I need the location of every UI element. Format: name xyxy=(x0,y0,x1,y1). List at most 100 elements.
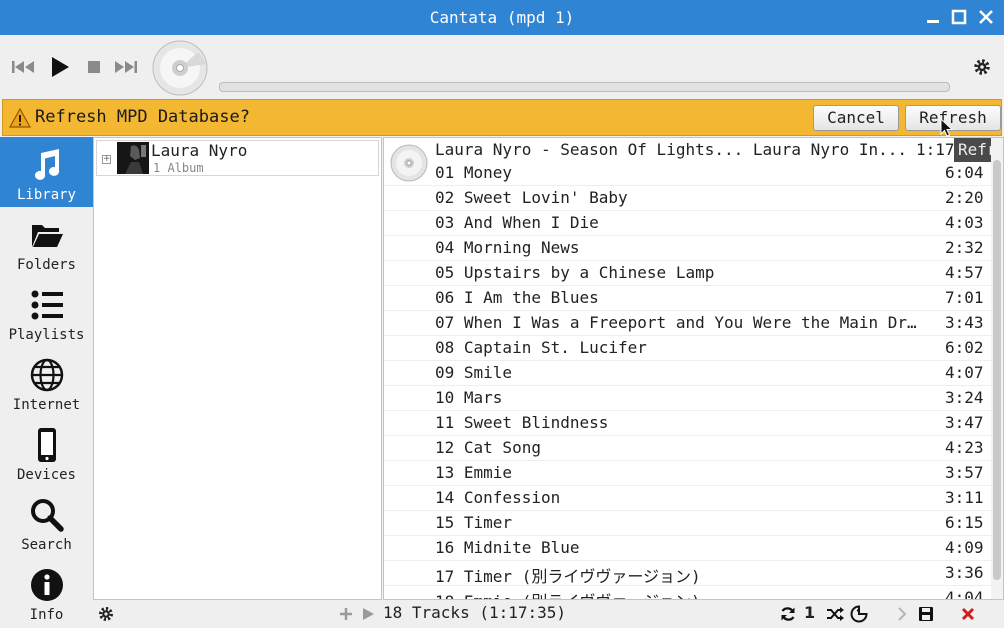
track-duration: 7:01 xyxy=(945,288,984,307)
track-title: 04 Morning News xyxy=(435,238,580,257)
folder-icon xyxy=(32,225,63,247)
track-duration: 3:24 xyxy=(945,388,984,407)
table-row[interactable]: 01 Money 6:04 xyxy=(384,161,991,186)
save-icon[interactable] xyxy=(917,605,935,623)
track-duration: 4:57 xyxy=(945,263,984,282)
album-header[interactable]: Laura Nyro - Season Of Lights... Laura N… xyxy=(384,138,1003,182)
next-track-icon[interactable] xyxy=(110,55,140,79)
globe-icon xyxy=(30,358,64,392)
close-icon[interactable] xyxy=(977,8,995,26)
track-title: 02 Sweet Lovin' Baby xyxy=(435,188,628,207)
track-duration: 2:32 xyxy=(945,238,984,257)
table-row[interactable]: 14 Confession 3:11 xyxy=(384,486,991,511)
tracks-container: 01 Money 6:04 02 Sweet Lovin' Baby 2:20 03 A… xyxy=(384,161,991,600)
minimize-icon[interactable] xyxy=(924,8,942,26)
info-icon xyxy=(31,569,63,601)
expand-icon[interactable]: + xyxy=(102,155,111,164)
track-list: Laura Nyro - Season Of Lights... Laura N… xyxy=(383,137,1004,600)
remove-icon[interactable] xyxy=(959,605,977,623)
track-title: 17 Timer (別ライヴヴァージョン) xyxy=(435,567,701,586)
table-row[interactable]: 09 Smile 4:07 xyxy=(384,361,991,386)
artist-name: Laura Nyro xyxy=(151,141,248,160)
sidebar-item-playlists[interactable]: Playlists xyxy=(0,277,93,347)
sidebar: Library Folders Playlists Internet Devic… xyxy=(0,137,93,628)
table-row[interactable]: 10 Mars 3:24 xyxy=(384,386,991,411)
table-row[interactable]: 06 I Am the Blues 7:01 xyxy=(384,286,991,311)
track-title: 05 Upstairs by a Chinese Lamp xyxy=(435,263,715,282)
player-toolbar xyxy=(0,35,1004,98)
table-row[interactable]: 04 Morning News 2:32 xyxy=(384,236,991,261)
shuffle-icon[interactable] xyxy=(826,605,844,623)
table-row[interactable]: 11 Sweet Blindness 3:47 xyxy=(384,411,991,436)
artist-album-count: 1 Album xyxy=(153,161,204,175)
track-title: 18 Emmie (別ライヴヴァージョン) xyxy=(435,588,935,599)
single-mode-toggle[interactable]: 1 xyxy=(804,603,822,622)
album-cover-icon[interactable] xyxy=(152,40,208,96)
sidebar-item-search[interactable]: Search xyxy=(0,487,93,557)
artist-thumbnail xyxy=(117,142,149,174)
track-title: 08 Captain St. Lucifer xyxy=(435,338,647,357)
table-row[interactable]: 02 Sweet Lovin' Baby 2:20 xyxy=(384,186,991,211)
consume-icon[interactable] xyxy=(850,605,868,623)
settings-gear-icon[interactable] xyxy=(972,57,992,77)
scrollbar[interactable] xyxy=(991,138,1003,599)
table-row[interactable]: 17 Timer (別ライヴヴァージョン) 3:36 xyxy=(384,561,991,586)
track-duration: 4:23 xyxy=(945,438,984,457)
track-title: 15 Timer xyxy=(435,513,513,532)
cancel-button[interactable]: Cancel xyxy=(813,105,899,131)
table-row[interactable]: 05 Upstairs by a Chinese Lamp 4:57 xyxy=(384,261,991,286)
refresh-database-prompt: Refresh MPD Database? Cancel Refresh xyxy=(2,99,1002,136)
track-duration: 3:43 xyxy=(945,313,984,332)
track-duration: 3:57 xyxy=(945,463,984,482)
track-duration: 4:04 xyxy=(945,588,984,600)
sidebar-item-label: Internet xyxy=(12,397,81,413)
title-bar: Cantata (mpd 1) xyxy=(0,0,1004,35)
sidebar-item-label: Info xyxy=(29,607,64,623)
sidebar-item-library[interactable]: Library xyxy=(0,137,93,207)
track-progress-slider[interactable] xyxy=(219,82,950,92)
previous-track-icon[interactable] xyxy=(9,55,39,79)
track-title: 06 I Am the Blues xyxy=(435,288,599,307)
sidebar-item-devices[interactable]: Devices xyxy=(0,417,93,487)
sidebar-item-label: Devices xyxy=(16,467,76,483)
phone-icon xyxy=(38,428,56,462)
gear-icon[interactable] xyxy=(97,605,115,623)
track-duration: 6:15 xyxy=(945,513,984,532)
sidebar-item-label: Folders xyxy=(16,257,76,273)
track-title: 10 Mars xyxy=(435,388,503,407)
add-icon[interactable] xyxy=(337,605,355,623)
sidebar-item-internet[interactable]: Internet xyxy=(0,347,93,417)
track-title: 03 And When I Die xyxy=(435,213,599,232)
window-title: Cantata (mpd 1) xyxy=(429,8,575,27)
table-row[interactable]: 03 And When I Die 4:03 xyxy=(384,211,991,236)
track-title: 09 Smile xyxy=(435,363,513,382)
track-count: 18 Tracks (1:17:35) xyxy=(383,603,567,622)
repeat-icon[interactable] xyxy=(779,605,797,623)
sidebar-item-info[interactable]: Info xyxy=(0,557,93,627)
play-next-icon[interactable] xyxy=(359,605,377,623)
table-row[interactable]: 08 Captain St. Lucifer 6:02 xyxy=(384,336,991,361)
table-row[interactable]: 12 Cat Song 4:23 xyxy=(384,436,991,461)
sidebar-item-folders[interactable]: Folders xyxy=(0,207,93,277)
chevron-right-icon[interactable] xyxy=(893,605,911,623)
table-row[interactable]: 15 Timer 6:15 xyxy=(384,511,991,536)
scrollbar-thumb[interactable] xyxy=(993,160,1001,580)
track-duration: 2:20 xyxy=(945,188,984,207)
table-row[interactable]: 18 Emmie (別ライヴヴァージョン) 4:04 xyxy=(384,586,991,600)
play-icon[interactable] xyxy=(45,55,75,79)
table-row[interactable]: 16 Midnite Blue 4:09 xyxy=(384,536,991,561)
track-duration: 3:47 xyxy=(945,413,984,432)
list-item[interactable]: + Laura Nyro 1 Album xyxy=(96,140,379,176)
search-icon xyxy=(31,499,64,532)
track-duration: 3:36 xyxy=(945,563,984,582)
warning-icon xyxy=(9,107,31,128)
track-duration: 4:03 xyxy=(945,213,984,232)
sidebar-item-label: Search xyxy=(21,537,72,553)
track-title: 16 Midnite Blue xyxy=(435,538,580,557)
table-row[interactable]: 13 Emmie 3:57 xyxy=(384,461,991,486)
status-bar: 18 Tracks (1:17:35) 1 xyxy=(93,600,1004,628)
maximize-icon[interactable] xyxy=(950,8,968,26)
stop-icon[interactable] xyxy=(79,55,109,79)
table-row[interactable]: 07 When I Was a Freeport and You Were th… xyxy=(384,311,991,336)
track-duration: 6:02 xyxy=(945,338,984,357)
